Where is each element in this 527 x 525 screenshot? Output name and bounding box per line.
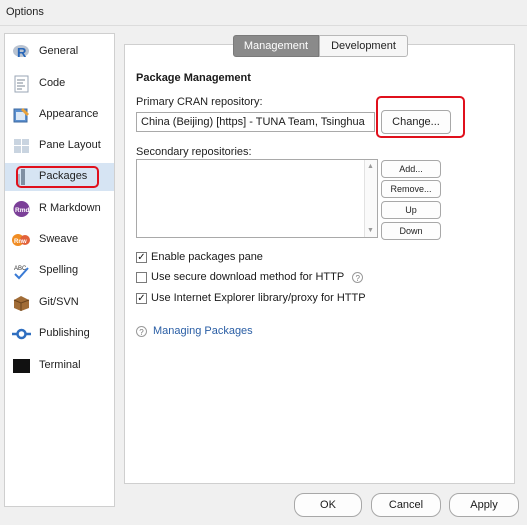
sidebar-item-label: Git/SVN <box>39 296 79 308</box>
add-repo-button[interactable]: Add... <box>381 160 441 178</box>
sidebar-item-general[interactable]: R General <box>5 38 114 66</box>
apply-button[interactable]: Apply <box>449 493 519 517</box>
code-icon <box>14 75 29 93</box>
svg-text:Rmd: Rmd <box>15 207 29 214</box>
git-icon <box>13 296 30 311</box>
sidebar-item-code[interactable]: Code <box>5 70 114 98</box>
primary-repo-label: Primary CRAN repository: <box>136 96 263 108</box>
sidebar-item-label: Packages <box>39 170 88 182</box>
scroll-up-arrow-icon[interactable]: ▲ <box>367 163 374 170</box>
move-down-button[interactable]: Down <box>381 222 441 240</box>
list-scrollbar[interactable]: ▲ ▼ <box>364 160 377 237</box>
sidebar-item-r-markdown[interactable]: Rmd R Markdown <box>5 195 114 223</box>
option-label: Use Internet Explorer library/proxy for … <box>151 292 366 304</box>
tab-management[interactable]: Management <box>233 35 319 57</box>
cancel-button[interactable]: Cancel <box>371 493 441 517</box>
primary-repo-field[interactable]: China (Beijing) [https] - TUNA Team, Tsi… <box>136 112 375 132</box>
sidebar-item-label: Pane Layout <box>39 139 101 151</box>
sidebar-item-label: General <box>39 45 79 57</box>
tab-development[interactable]: Development <box>319 35 408 57</box>
scroll-down-arrow-icon[interactable]: ▼ <box>367 227 374 234</box>
sidebar-item-label: Appearance <box>39 108 99 120</box>
appearance-icon <box>13 108 29 123</box>
publishing-icon <box>12 328 31 340</box>
option-label: Enable packages pane <box>151 251 263 263</box>
sweave-icon: Rnw <box>12 234 30 246</box>
checkbox-checked[interactable]: ✓ <box>136 292 147 304</box>
sidebar-item-label: Sweave <box>39 233 79 245</box>
ok-button[interactable]: OK <box>294 493 362 517</box>
checkbox-unchecked[interactable] <box>136 271 147 283</box>
help-icon[interactable]: ? <box>352 271 364 283</box>
section-title: Package Management <box>136 72 251 84</box>
help-icon: ? <box>136 325 147 337</box>
sidebar-item-label: Code <box>39 77 66 89</box>
r-logo-icon: R <box>13 45 29 60</box>
pane-layout-icon <box>14 139 29 153</box>
packages-icon <box>16 169 25 185</box>
sidebar-item-git-svn[interactable]: Git/SVN <box>5 289 114 317</box>
sidebar-item-label: Terminal <box>39 359 81 371</box>
sidebar-item-pane-layout[interactable]: Pane Layout <box>5 132 114 160</box>
sidebar-item-appearance[interactable]: Appearance <box>5 101 114 129</box>
secondary-repos-list[interactable]: ▲ ▼ <box>136 159 378 238</box>
sidebar-item-packages[interactable]: Packages <box>5 163 114 191</box>
enable-packages-pane-option[interactable]: ✓ Enable packages pane <box>136 250 263 264</box>
sidebar-item-terminal[interactable]: Terminal <box>5 352 114 380</box>
change-repo-button[interactable]: Change... <box>381 110 451 134</box>
secondary-repos-label: Secondary repositories: <box>136 146 252 158</box>
sidebar-item-label: R Markdown <box>39 202 101 214</box>
sidebar-item-label: Spelling <box>39 264 79 276</box>
rmarkdown-icon: Rmd <box>13 201 30 217</box>
secure-download-option[interactable]: Use secure download method for HTTP ? <box>136 270 364 284</box>
managing-packages-link[interactable]: ? Managing Packages <box>136 325 253 337</box>
ie-proxy-option[interactable]: ✓ Use Internet Explorer library/proxy fo… <box>136 291 366 305</box>
remove-repo-button[interactable]: Remove... <box>381 180 441 198</box>
svg-text:Rnw: Rnw <box>14 239 27 245</box>
options-sidebar: R General Code Appearance Pane Layout Pa… <box>4 33 115 507</box>
sidebar-item-label: Publishing <box>39 327 90 339</box>
spelling-icon: ABC <box>14 266 29 280</box>
option-label: Use secure download method for HTTP <box>151 271 345 283</box>
window-title: Options <box>6 6 44 18</box>
link-text: Managing Packages <box>153 325 253 337</box>
sidebar-item-sweave[interactable]: Rnw Sweave <box>5 226 114 254</box>
packages-panel <box>124 44 515 484</box>
svg-text:R: R <box>17 45 27 60</box>
sidebar-item-publishing[interactable]: Publishing <box>5 320 114 348</box>
title-bar: Options <box>0 0 527 26</box>
sidebar-item-spelling[interactable]: ABC Spelling <box>5 257 114 285</box>
move-up-button[interactable]: Up <box>381 201 441 219</box>
checkbox-checked[interactable]: ✓ <box>136 251 147 263</box>
terminal-icon <box>13 359 30 373</box>
